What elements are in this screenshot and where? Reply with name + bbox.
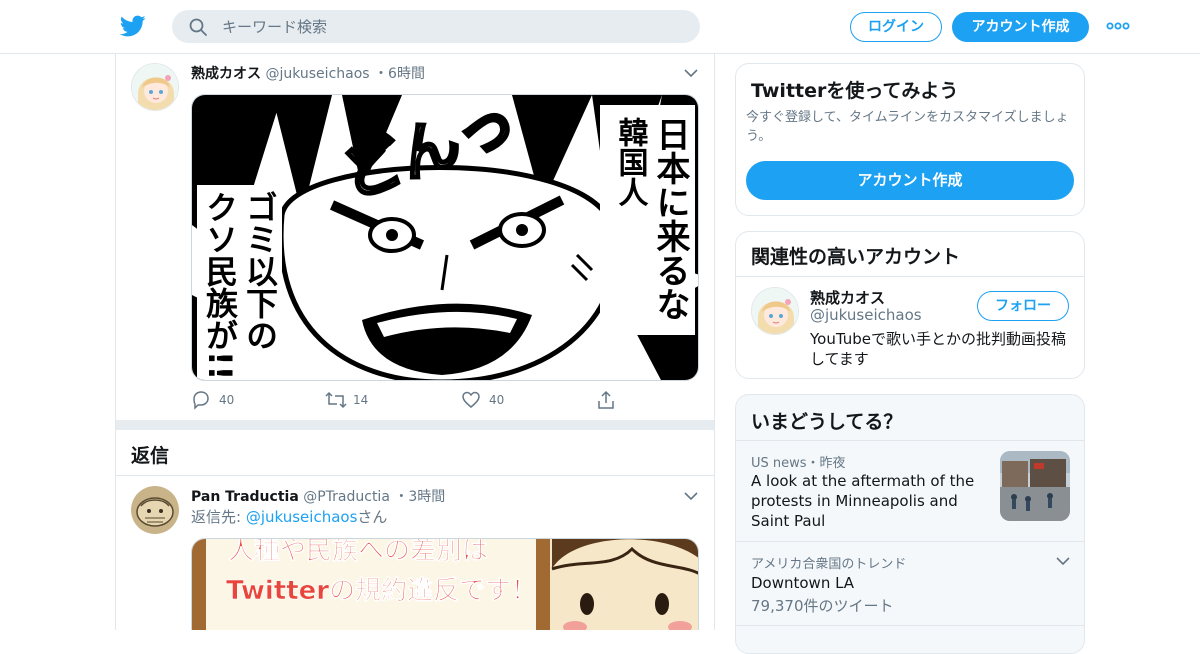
related-header: 関連性の高いアカウント (736, 232, 1084, 277)
related-title: 関連性の高いアカウント (751, 246, 961, 268)
warning-illustration-image: 人種や民族への差別は Twitterの規約違反です！ (192, 539, 698, 630)
manga-text-left-2: クソ民族が!! (201, 191, 239, 380)
login-button[interactable]: ログイン (850, 12, 942, 42)
top-nav-bar: ログイン アカウント作成 (0, 0, 1200, 54)
signup-promo-card: Twitterを使ってみよう 今すぐ登録して、タイムラインをカスタマイズしましょ… (735, 63, 1085, 216)
warning-line-1: 人種や民族への差別は (228, 539, 488, 566)
related-accounts-card: 関連性の高いアカウント 熟成カオス @jukuseichaos YouTubeで… (735, 231, 1085, 379)
tweet-time[interactable]: 6時間 (388, 66, 425, 82)
trend-title: Downtown LA (751, 574, 855, 592)
signup-button[interactable]: アカウント作成 (952, 12, 1089, 42)
manga-text-right-2: 韓国人 (613, 117, 649, 207)
related-account-bio: YouTubeで歌い手とかの批判動画投稿してます (810, 330, 1066, 368)
trend-item[interactable]: US news・昨夜 A look at the aftermath of th… (736, 441, 1084, 542)
retweet-count: 14 (353, 393, 369, 407)
chevron-down-icon[interactable] (1056, 556, 1070, 566)
share-icon (598, 390, 614, 409)
manga-panel-image: 日本に来るな 韓国人 ゴミ以下の クソ民族が!! どんっ (192, 95, 698, 380)
replying-to-prefix: 返信先: (191, 508, 246, 526)
follow-button[interactable]: フォロー (977, 291, 1069, 321)
reply-icon (193, 391, 209, 410)
like-icon (462, 391, 480, 408)
avatar[interactable] (131, 63, 179, 111)
author-handle[interactable]: @jukuseichaos (265, 66, 369, 82)
promo-signup-button[interactable]: アカウント作成 (746, 161, 1074, 200)
trend-tweet-count: 79,370件のツイート (751, 597, 894, 615)
time-separator: ・ (394, 489, 409, 505)
avatar[interactable] (751, 287, 799, 335)
tweet-header: 熟成カオス @jukuseichaos ・6時間 (191, 63, 425, 83)
related-account-handle[interactable]: @jukuseichaos (810, 306, 922, 324)
reply-tweet-image[interactable]: 人種や民族への差別は Twitterの規約違反です！ (191, 538, 699, 630)
twitter-bird-icon[interactable] (120, 13, 146, 39)
timeline-column: 熟成カオス @jukuseichaos ・6時間 日本に来るな 韓国人 ゴミ以下… (115, 54, 715, 630)
trends-card: いまどうしてる？ US news・昨夜 A look at the afterm… (735, 394, 1085, 654)
manga-text-right-1: 日本に来るな (650, 117, 690, 321)
warning-line-2: Twitterの規約違反です！ (226, 575, 537, 606)
avatar-illustration (132, 64, 178, 110)
reply-tweet-header: Pan Traductia @PTraductia ・3時間 (191, 486, 445, 506)
trend-item[interactable]: アメリカ合衆国のトレンド Downtown LA 79,370件のツイート (736, 542, 1084, 626)
search-icon (189, 18, 207, 36)
author-handle[interactable]: @PTraductia (303, 489, 390, 505)
author-name[interactable]: Pan Traductia (191, 489, 299, 505)
time-separator: ・ (374, 66, 389, 82)
tweet-time[interactable]: 3時間 (408, 489, 445, 505)
manga-text-left-1: ゴミ以下の (241, 190, 279, 351)
like-count: 40 (489, 393, 505, 407)
author-name[interactable]: 熟成カオス (191, 66, 261, 82)
chevron-down-icon[interactable] (684, 491, 698, 501)
tweet-actions: 40 14 40 (191, 390, 631, 410)
promo-subtitle: 今すぐ登録して、タイムラインをカスタマイズしましょう。 (746, 110, 1069, 144)
section-divider (116, 420, 714, 430)
retweet-icon (325, 391, 347, 409)
trends-header: いまどうしてる？ (736, 395, 1084, 441)
tweet-main[interactable]: 熟成カオス @jukuseichaos ・6時間 日本に来るな 韓国人 ゴミ以下… (116, 54, 714, 420)
trend-meta: US news・昨夜 (751, 456, 846, 471)
related-account-name[interactable]: 熟成カオス (810, 287, 885, 308)
trend-title: A look at the aftermath of the protests … (751, 472, 975, 530)
replies-header: 返信 (116, 430, 714, 476)
avatar-illustration (131, 486, 179, 534)
replying-to: 返信先: @jukuseichaosさん (191, 506, 387, 527)
chevron-down-icon[interactable] (684, 68, 698, 78)
avatar-illustration (752, 288, 798, 334)
replying-to-mention[interactable]: @jukuseichaos (246, 508, 358, 526)
more-dots-icon[interactable] (1106, 19, 1130, 33)
trend-thumbnail (1000, 451, 1070, 521)
replying-to-suffix: さん (357, 508, 388, 526)
trend-meta: アメリカ合衆国のトレンド (751, 557, 907, 572)
news-photo-image (1000, 451, 1070, 521)
search-input[interactable] (222, 10, 682, 43)
trends-title: いまどうしてる？ (751, 411, 903, 433)
replies-heading: 返信 (131, 445, 170, 467)
search-box[interactable] (172, 10, 700, 43)
avatar[interactable] (131, 486, 179, 534)
tweet-image[interactable]: 日本に来るな 韓国人 ゴミ以下の クソ民族が!! どんっ (191, 94, 699, 381)
reply-count: 40 (219, 393, 235, 407)
promo-title: Twitterを使ってみよう (751, 80, 959, 102)
